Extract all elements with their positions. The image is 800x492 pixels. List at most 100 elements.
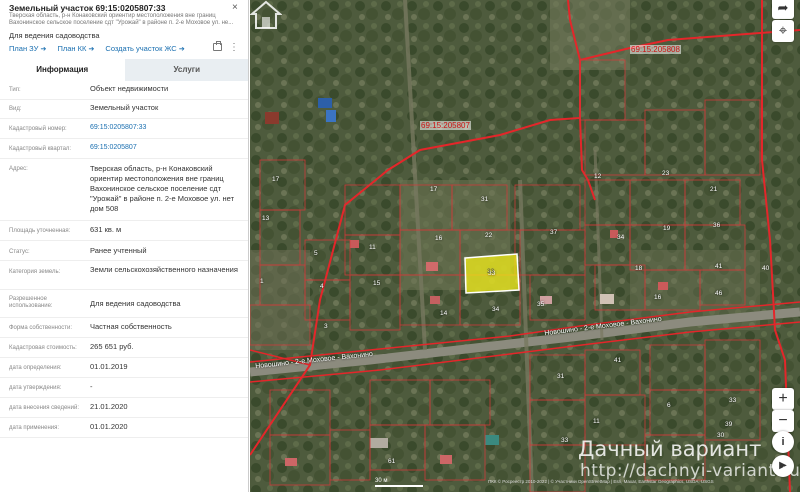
- parcel-number[interactable]: 11: [593, 418, 600, 425]
- map-view[interactable]: 69:15:205808 69:15:205807 Новошино - 2-е…: [250, 0, 800, 492]
- field-key: Форма собственности:: [9, 325, 73, 331]
- field-row-cadastral-value: Кадастровая стоимость: 265 651 руб.: [0, 338, 248, 358]
- field-row-kind: Вид: Земельный участок: [0, 100, 248, 119]
- arrow-icon: ➔: [178, 46, 185, 53]
- parcel-number[interactable]: 41: [614, 357, 621, 364]
- parcel-number[interactable]: 46: [715, 290, 722, 297]
- field-row-date-applied: дата применения: 01.01.2020: [0, 418, 248, 438]
- parcel-number[interactable]: 5: [314, 250, 318, 257]
- tab-bar: Информация Услуги: [0, 59, 248, 81]
- field-value: 21.01.2020: [90, 402, 128, 411]
- parcel-number[interactable]: 4: [320, 283, 324, 290]
- info-icon[interactable]: i: [772, 431, 794, 453]
- field-key: Разрешенное использование:: [9, 296, 53, 309]
- cadastral-quarter-link[interactable]: 69:15:0205807: [90, 143, 245, 153]
- field-value: 265 651 руб.: [90, 342, 134, 351]
- parcel-number[interactable]: 35: [537, 301, 544, 308]
- parcel-number[interactable]: 31: [481, 196, 488, 203]
- watermark-url: http://dachnyi-variant.ru: [580, 461, 800, 481]
- parcel-number[interactable]: 17: [430, 186, 437, 193]
- parcel-number[interactable]: 1: [260, 278, 264, 285]
- field-key: Кадастровый квартал:: [9, 146, 72, 152]
- block-label-205808: 69:15:205808: [630, 45, 681, 54]
- parcel-number[interactable]: 40: [762, 265, 769, 272]
- scale-bar-line: [375, 485, 423, 487]
- tab-services[interactable]: Услуги: [124, 59, 248, 81]
- parcel-number[interactable]: 23: [662, 170, 669, 177]
- panel-title: Земельный участок 69:15:0205807:33: [9, 3, 166, 13]
- parcel-number[interactable]: 13: [262, 215, 269, 222]
- close-button[interactable]: ×: [232, 2, 238, 13]
- field-key: Кадастровая стоимость:: [9, 345, 77, 351]
- parcel-number[interactable]: 21: [710, 186, 717, 193]
- parcel-number[interactable]: 22: [485, 232, 492, 239]
- parcel-number[interactable]: 16: [435, 235, 442, 242]
- field-key: дата применения:: [9, 425, 60, 431]
- plan-zu-link[interactable]: План ЗУ ➔: [9, 44, 46, 53]
- field-row-address: Адрес: Тверская область, р-н Конаковский…: [0, 159, 248, 221]
- parcel-number[interactable]: 19: [663, 225, 670, 232]
- parcel-number[interactable]: 39: [725, 421, 732, 428]
- field-row-land-category: Категория земель: Земли сельскохозяйстве…: [0, 261, 248, 290]
- parcel-number[interactable]: 18: [635, 265, 642, 272]
- parcel-number[interactable]: 61: [388, 458, 395, 465]
- parcel-number[interactable]: 33: [729, 397, 736, 404]
- field-key: Кадастровый номер:: [9, 126, 67, 132]
- share-icon[interactable]: ➦: [772, 0, 794, 19]
- tab-info[interactable]: Информация: [0, 59, 125, 81]
- field-row-type: Тип: Объект недвижимости: [0, 81, 248, 100]
- field-value: 631 кв. м: [90, 225, 122, 234]
- scale-label: 30 м: [375, 478, 388, 484]
- zoom-in-button[interactable]: +: [772, 388, 794, 410]
- print-icon[interactable]: [213, 41, 222, 51]
- block-label-205807: 69:15:205807: [420, 121, 471, 130]
- info-panel: Земельный участок 69:15:0205807:33 × Тве…: [0, 0, 249, 492]
- field-key: Категория земель:: [9, 269, 61, 275]
- field-row-cadastral-quarter: Кадастровый квартал: 69:15:0205807: [0, 139, 248, 159]
- field-row-cadastral-number: Кадастровый номер: 69:15:0205807:33: [0, 119, 248, 139]
- field-row-area: Площадь уточненная: 631 кв. м: [0, 221, 248, 241]
- arrow-icon: ➔: [40, 46, 47, 53]
- parcel-number[interactable]: 14: [440, 310, 447, 317]
- parcel-number[interactable]: 6: [667, 402, 671, 409]
- parcel-number[interactable]: 34: [617, 234, 624, 241]
- parcel-number[interactable]: 11: [369, 244, 376, 251]
- field-row-status: Статус: Ранее учтенный: [0, 241, 248, 261]
- field-value: Земли сельскохозяйственного назначения: [90, 265, 238, 274]
- field-key: Адрес:: [9, 166, 28, 172]
- field-key: дата внесения сведений:: [9, 405, 79, 411]
- parcel-number[interactable]: 33: [561, 437, 568, 444]
- field-value: 01.01.2020: [90, 422, 128, 431]
- parcel-number[interactable]: 3: [324, 323, 328, 330]
- locate-icon[interactable]: ⌖: [772, 20, 794, 42]
- plan-kk-link[interactable]: План КК ➔: [57, 44, 94, 53]
- field-value: -: [90, 382, 93, 391]
- field-key: Площадь уточненная:: [9, 228, 71, 234]
- parcel-number[interactable]: 36: [713, 222, 720, 229]
- parcel-number[interactable]: 12: [594, 173, 601, 180]
- house-logo-icon: [250, 0, 282, 29]
- field-key: Тип:: [9, 87, 21, 93]
- field-key: Статус:: [9, 249, 30, 255]
- field-value: Ранее учтенный: [90, 246, 147, 255]
- field-value: Для ведения садоводства: [90, 299, 181, 308]
- more-options-icon[interactable]: ⋮: [229, 42, 239, 53]
- field-key: дата определения:: [9, 365, 62, 371]
- parcel-number[interactable]: 41: [715, 263, 722, 270]
- parcel-number[interactable]: 37: [550, 229, 557, 236]
- parcel-number[interactable]: 31: [557, 373, 564, 380]
- cadastral-number-link[interactable]: 69:15:0205807:33: [90, 123, 245, 133]
- plan-kk-label: План КК: [57, 44, 87, 53]
- parcel-number[interactable]: 34: [492, 306, 499, 313]
- create-parcel-link[interactable]: Создать участок ЖС ➔: [105, 44, 184, 53]
- parcel-number[interactable]: 17: [272, 176, 279, 183]
- field-row-date-approved: дата утверждения: -: [0, 378, 248, 398]
- watermark-title: Дачный вариант: [578, 437, 762, 461]
- action-links: План ЗУ ➔ План КК ➔ Создать участок ЖС ➔: [9, 44, 194, 53]
- parcel-number[interactable]: 15: [373, 280, 380, 287]
- zoom-out-button[interactable]: −: [772, 410, 794, 432]
- parcel-number[interactable]: 16: [654, 294, 661, 301]
- highlighted-parcel-number[interactable]: 33: [487, 268, 494, 275]
- field-value: Тверская область, р-н Конаковский ориент…: [90, 164, 235, 213]
- panel-purpose: Для ведения садоводства: [9, 31, 100, 40]
